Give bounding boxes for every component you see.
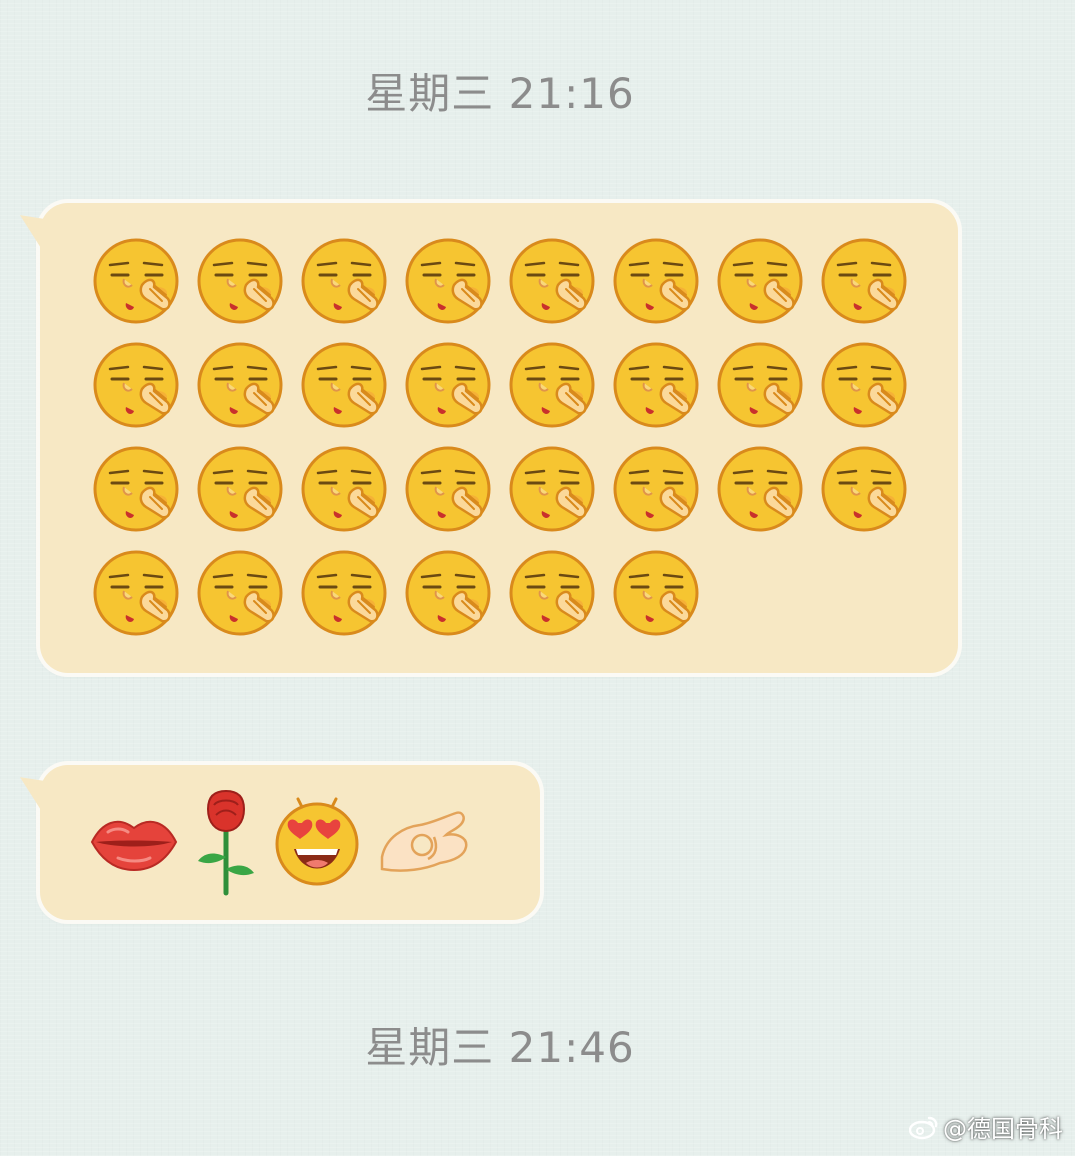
smirk-hand-over-mouth-face-icon xyxy=(402,235,498,331)
smirk-hand-over-mouth-face-icon xyxy=(506,339,602,435)
smirk-hand-over-mouth-face-icon xyxy=(610,443,706,539)
watermark: @德国骨科 xyxy=(909,1109,1063,1144)
bubble-tail xyxy=(20,773,44,815)
timestamp: 星期三 21:46 xyxy=(365,1023,635,1072)
smirk-hand-over-mouth-face-icon xyxy=(194,339,290,435)
smirk-hand-over-mouth-face-icon xyxy=(714,443,810,539)
smirk-hand-over-mouth-face-icon xyxy=(194,235,290,331)
watermark-text: @德国骨科 xyxy=(943,1115,1063,1143)
smirk-hand-over-mouth-face-icon xyxy=(90,339,186,435)
smirk-hand-over-mouth-face-icon xyxy=(90,547,186,643)
smirk-hand-over-mouth-face-icon xyxy=(610,235,706,331)
smirk-hand-over-mouth-face-icon xyxy=(402,443,498,539)
smirk-hand-over-mouth-face-icon xyxy=(506,443,602,539)
smirk-hand-over-mouth-face-icon xyxy=(506,235,602,331)
smirk-hand-over-mouth-face-icon xyxy=(506,547,602,643)
smirk-hand-over-mouth-face-icon xyxy=(818,235,914,331)
smirk-hand-over-mouth-face-icon xyxy=(298,443,394,539)
message-bubble-emoji-grid[interactable] xyxy=(20,203,958,673)
smirk-hand-over-mouth-face-icon xyxy=(298,339,394,435)
kissing-lips-icon xyxy=(88,812,180,872)
smirk-hand-over-mouth-face-icon xyxy=(298,547,394,643)
smirk-hand-over-mouth-face-icon xyxy=(610,339,706,435)
smirk-hand-over-mouth-face-icon xyxy=(402,339,498,435)
heart-eyes-face-icon xyxy=(272,797,362,887)
smirk-hand-over-mouth-face-icon xyxy=(610,547,706,643)
smirk-hand-over-mouth-face-icon xyxy=(90,443,186,539)
emoji-grid xyxy=(90,235,914,651)
smirk-hand-over-mouth-face-icon xyxy=(818,443,914,539)
smirk-hand-over-mouth-face-icon xyxy=(194,443,290,539)
smirk-hand-over-mouth-face-icon xyxy=(194,547,290,643)
emoji-row xyxy=(88,787,472,897)
smirk-hand-over-mouth-face-icon xyxy=(298,235,394,331)
smirk-hand-over-mouth-face-icon xyxy=(90,235,186,331)
rose-icon xyxy=(194,787,258,897)
smirk-hand-over-mouth-face-icon xyxy=(818,339,914,435)
timestamp: 星期三 21:16 xyxy=(365,69,635,118)
smirk-hand-over-mouth-face-icon xyxy=(714,339,810,435)
message-bubble-emoji-row[interactable] xyxy=(20,765,540,920)
weibo-logo-icon xyxy=(909,1114,939,1140)
smirk-hand-over-mouth-face-icon xyxy=(402,547,498,643)
ok-hand-icon xyxy=(376,807,472,877)
bubble-tail xyxy=(20,211,44,253)
smirk-hand-over-mouth-face-icon xyxy=(714,235,810,331)
